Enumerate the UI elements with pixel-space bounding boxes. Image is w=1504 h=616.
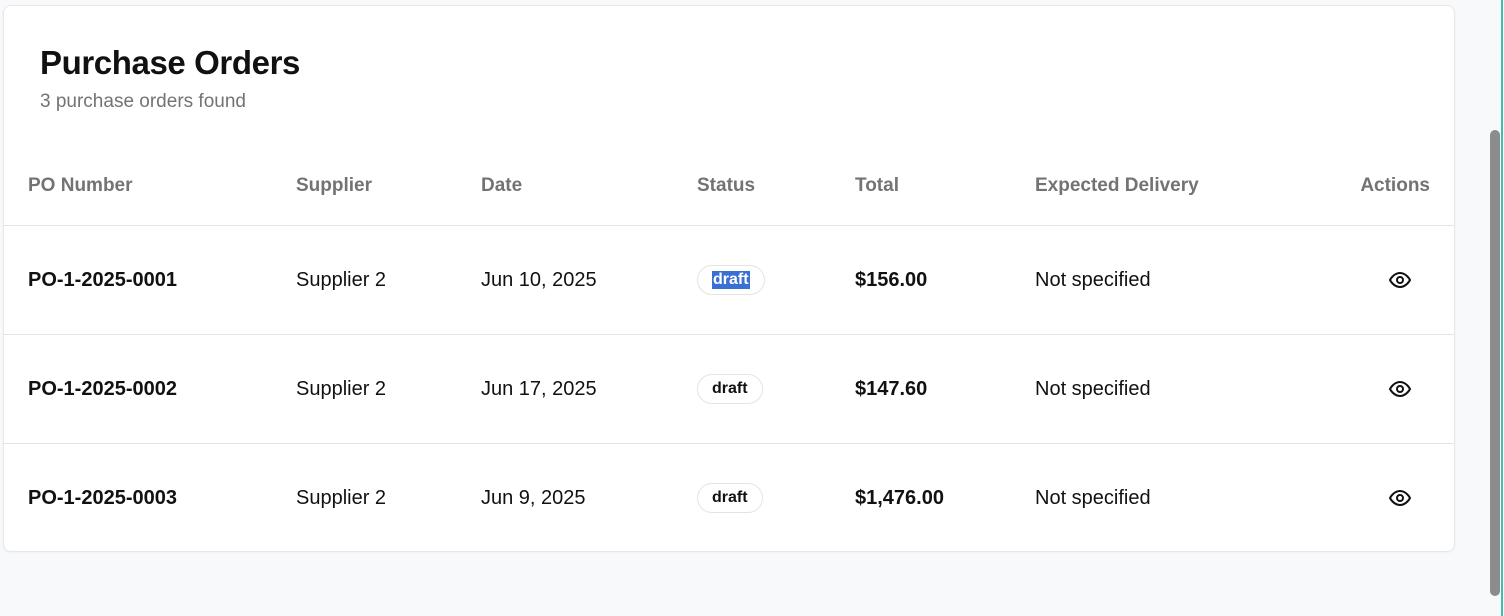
page: Purchase Orders 3 purchase orders found … <box>0 0 1504 616</box>
date-cell: Jun 10, 2025 <box>481 268 597 291</box>
expected-delivery-cell: Not specified <box>1035 486 1151 509</box>
view-order-button[interactable] <box>1385 483 1415 513</box>
total-cell: $156.00 <box>855 268 928 291</box>
date-cell: Jun 17, 2025 <box>481 377 597 400</box>
po-number-cell: PO-1-2025-0002 <box>28 377 177 400</box>
total-cell: $147.60 <box>855 377 928 400</box>
status-cell: draft <box>697 335 763 443</box>
column-header-po-number: PO Number <box>28 174 133 196</box>
table-row[interactable]: PO-1-2025-0001 Supplier 2 Jun 10, 2025 d… <box>4 226 1454 335</box>
status-badge: draft <box>697 265 765 295</box>
expected-delivery-cell: Not specified <box>1035 377 1151 400</box>
status-cell: draft <box>697 444 763 551</box>
vertical-scrollbar-thumb[interactable] <box>1490 130 1500 596</box>
supplier-cell: Supplier 2 <box>296 486 387 509</box>
actions-cell <box>1382 226 1418 334</box>
column-header-total: Total <box>855 174 899 196</box>
eye-icon <box>1389 490 1411 506</box>
window-edge <box>1501 0 1503 616</box>
table-row[interactable]: PO-1-2025-0002 Supplier 2 Jun 17, 2025 d… <box>4 335 1454 444</box>
purchase-orders-table: PO Number Supplier Date Status Total Exp… <box>4 146 1454 551</box>
view-order-button[interactable] <box>1385 265 1415 295</box>
po-number-cell: PO-1-2025-0001 <box>28 268 177 291</box>
po-number-cell: PO-1-2025-0003 <box>28 486 177 509</box>
status-badge-label-selected: draft <box>712 271 750 289</box>
status-cell: draft <box>697 226 765 334</box>
purchase-orders-card: Purchase Orders 3 purchase orders found … <box>3 5 1455 552</box>
eye-icon <box>1389 272 1411 288</box>
status-badge: draft <box>697 374 763 404</box>
column-header-expected-delivery: Expected Delivery <box>1035 174 1199 196</box>
results-count: 3 purchase orders found <box>40 91 246 112</box>
column-header-actions: Actions <box>1360 174 1430 196</box>
actions-cell <box>1382 444 1418 551</box>
status-badge: draft <box>697 483 763 513</box>
table-row[interactable]: PO-1-2025-0003 Supplier 2 Jun 9, 2025 dr… <box>4 444 1454 551</box>
eye-icon <box>1389 381 1411 397</box>
card-header: Purchase Orders 3 purchase orders found <box>40 44 300 114</box>
column-header-date: Date <box>481 174 523 196</box>
supplier-cell: Supplier 2 <box>296 268 387 291</box>
column-header-supplier: Supplier <box>296 174 373 196</box>
date-cell: Jun 9, 2025 <box>481 486 586 509</box>
supplier-cell: Supplier 2 <box>296 377 387 400</box>
actions-cell <box>1382 335 1418 443</box>
page-title: Purchase Orders <box>40 44 300 81</box>
column-header-status: Status <box>697 174 756 196</box>
total-cell: $1,476.00 <box>855 486 944 509</box>
view-order-button[interactable] <box>1385 374 1415 404</box>
expected-delivery-cell: Not specified <box>1035 268 1151 291</box>
table-header-row: PO Number Supplier Date Status Total Exp… <box>4 146 1454 226</box>
